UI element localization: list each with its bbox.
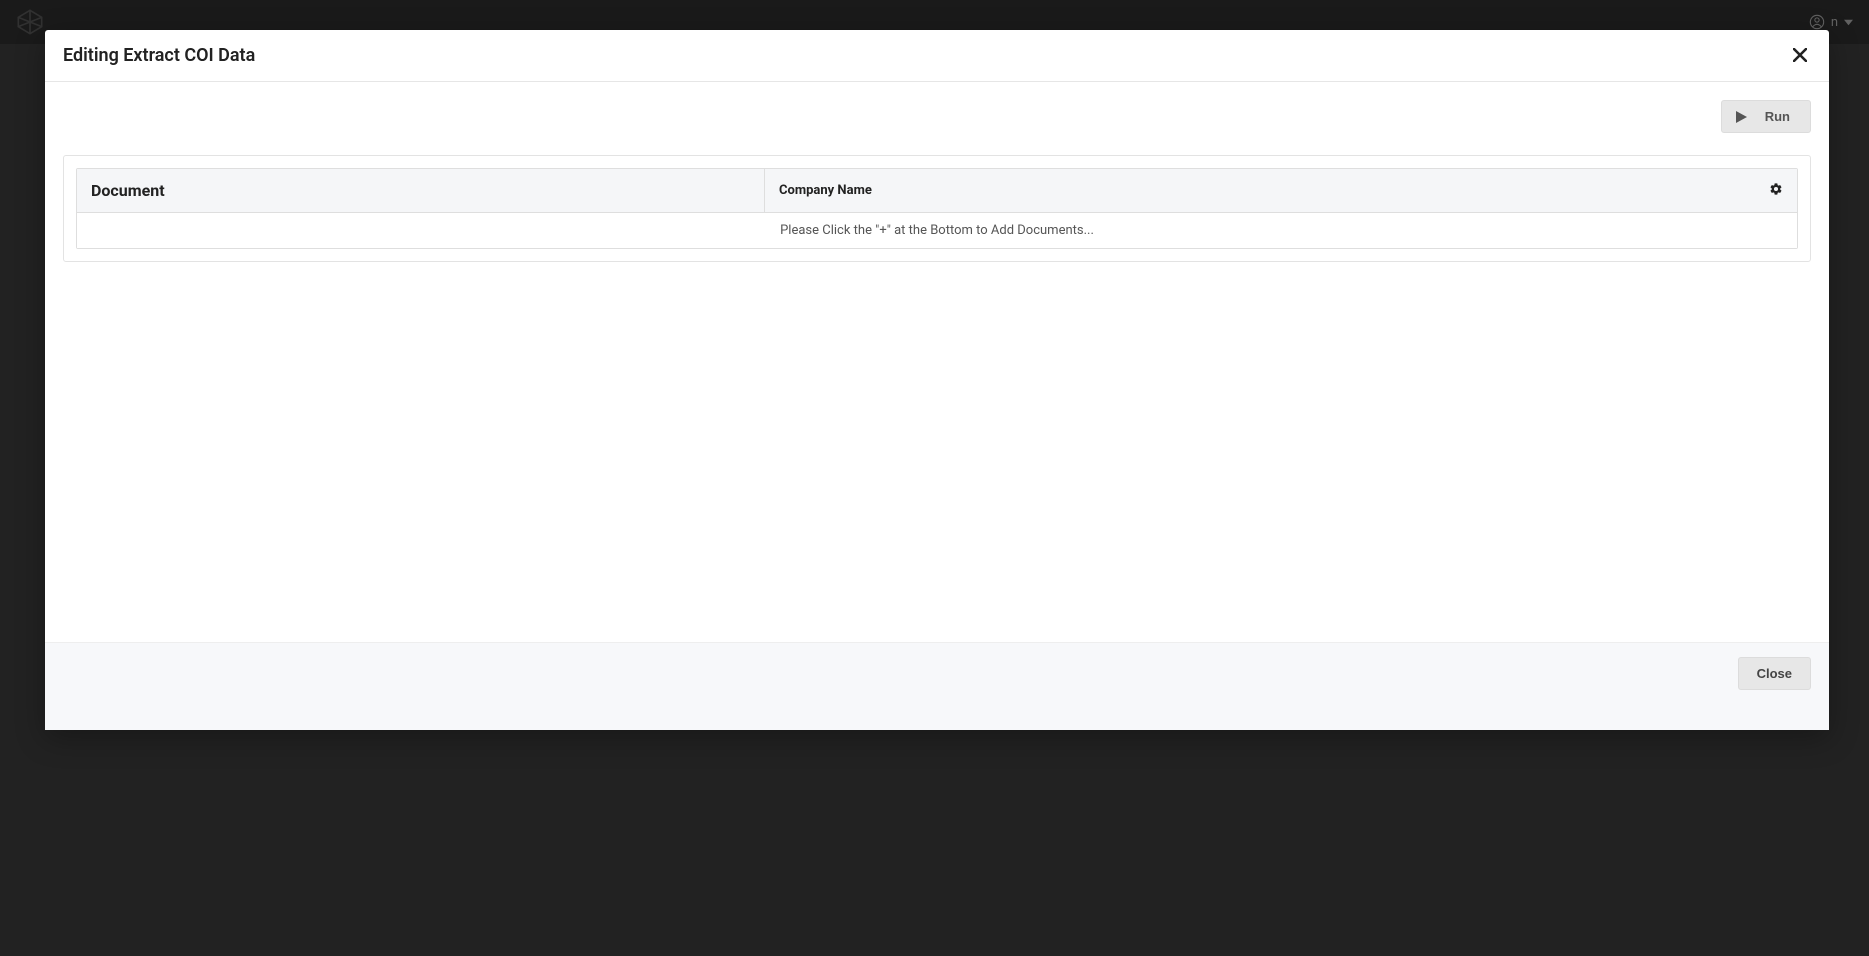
close-icon[interactable] <box>1789 46 1811 66</box>
run-button[interactable]: Run <box>1721 100 1811 133</box>
background-user-menu: n <box>1809 14 1853 30</box>
modal-toolbar: Run <box>63 100 1811 133</box>
close-button[interactable]: Close <box>1738 657 1811 690</box>
edit-modal: Editing Extract COI Data Run D <box>45 30 1829 730</box>
modal-header: Editing Extract COI Data <box>45 30 1829 82</box>
modal-footer: Close <box>45 642 1829 730</box>
play-icon <box>1736 111 1747 123</box>
caret-down-icon <box>1844 18 1853 27</box>
run-button-label: Run <box>1765 109 1790 124</box>
user-name-fragment: n <box>1831 15 1838 30</box>
app-logo <box>16 8 44 36</box>
documents-table: Document Company Name Pleas <box>76 168 1798 249</box>
column-header-company-name[interactable]: Company Name <box>765 169 1755 213</box>
empty-state-message: Please Click the "+" at the Bottom to Ad… <box>77 213 1797 248</box>
table-header-row: Document Company Name <box>77 169 1797 213</box>
modal-body: Run Document Company Name <box>45 82 1829 642</box>
table-empty-row: Please Click the "+" at the Bottom to Ad… <box>77 213 1797 248</box>
modal-title: Editing Extract COI Data <box>63 45 255 66</box>
column-header-document[interactable]: Document <box>77 169 765 213</box>
gear-icon[interactable] <box>1769 182 1783 200</box>
documents-table-wrapper: Document Company Name Pleas <box>63 155 1811 262</box>
column-header-settings <box>1755 169 1797 213</box>
